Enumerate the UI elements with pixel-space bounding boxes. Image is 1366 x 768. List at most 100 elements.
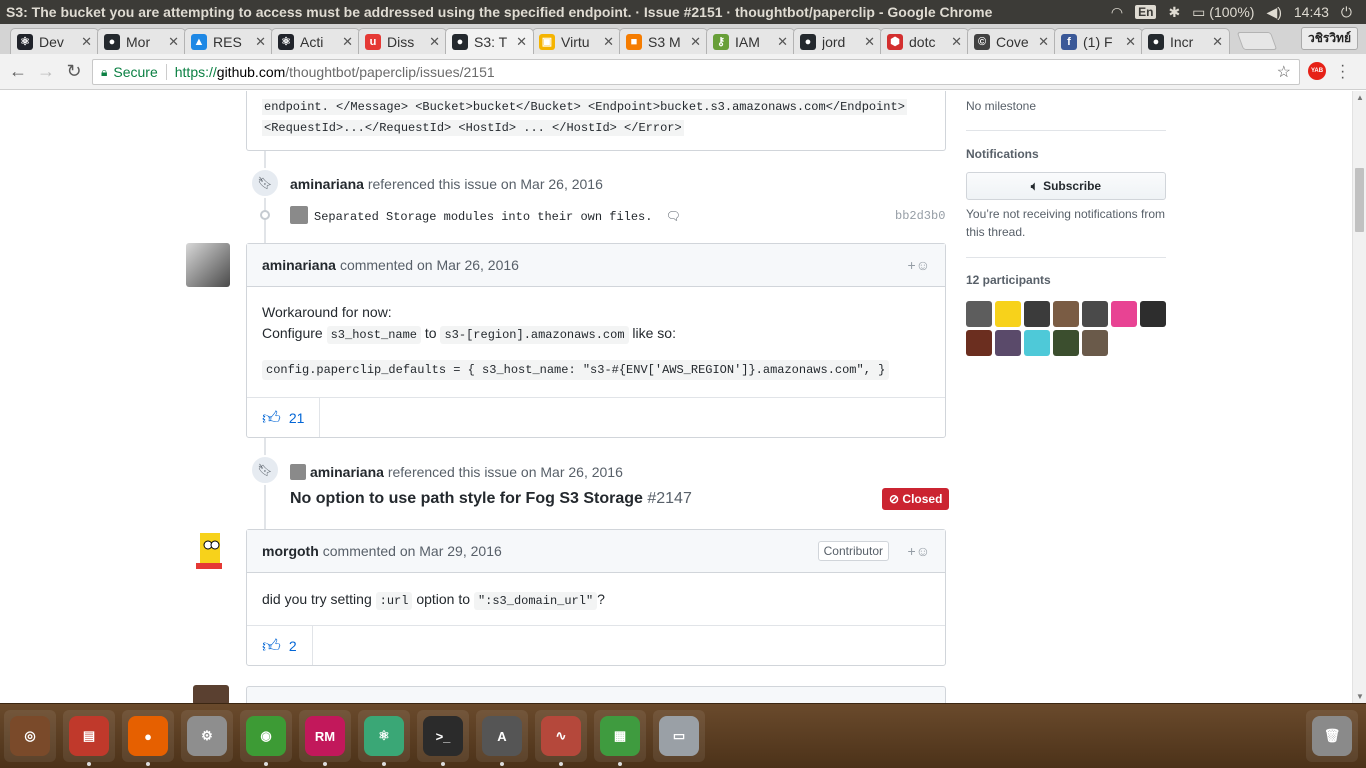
comment-date[interactable]: on Mar 26, 2016 [417,257,519,273]
tab-label: Mor [126,33,151,50]
dock-item-software-updater[interactable]: A [476,710,528,766]
participant-avatar[interactable] [1082,330,1108,356]
participant-avatar[interactable] [966,301,992,327]
youtube-extension-icon[interactable]: YAB [1308,62,1326,80]
subscribe-button[interactable]: 🔈︎ Subscribe [966,172,1166,200]
dock-item-ubuntu-dash[interactable]: ◎ [4,710,56,762]
dock-item-disk[interactable]: ▭ [653,710,705,762]
dock-item-chrome[interactable]: ◉ [240,710,292,766]
participant-avatar[interactable] [1082,301,1108,327]
browser-tab[interactable]: ⚛ Acti ✕ [271,28,360,54]
tab-close-icon[interactable]: ✕ [603,34,614,50]
page-scrollbar[interactable]: ▲ ▼ [1352,91,1366,703]
back-icon[interactable]: ← [4,61,32,82]
tab-close-icon[interactable]: ✕ [864,34,875,50]
tab-close-icon[interactable]: ✕ [429,34,440,50]
participant-avatar[interactable] [995,301,1021,327]
forward-icon[interactable]: → [32,61,60,82]
browser-tab[interactable]: ⚷ IAM ✕ [706,28,795,54]
add-reaction-icon[interactable]: +☺ [908,257,930,273]
tab-close-icon[interactable]: ✕ [1212,34,1223,50]
browser-tab[interactable]: © Cove ✕ [967,28,1056,54]
comment-author[interactable]: morgoth [262,543,319,559]
dock-item-settings[interactable]: ⚙ [181,710,233,762]
browser-tab[interactable]: ⬢ dotc ✕ [880,28,969,54]
tab-close-icon[interactable]: ✕ [168,34,179,50]
browser-tab[interactable]: ▲ RES ✕ [184,28,273,54]
lock-icon[interactable]: 🔒︎ [101,65,107,80]
chrome-menu-icon[interactable]: · · · [1340,58,1345,86]
participant-avatar[interactable] [1024,301,1050,327]
battery-indicator[interactable]: ▭ (100%) [1192,4,1254,21]
browser-tab[interactable]: ● jord ✕ [793,28,882,54]
dock-item-rubymine[interactable]: RM [299,710,351,766]
keyboard-layout-indicator[interactable]: En [1135,5,1157,19]
volume-icon[interactable]: ◀) [1266,4,1281,21]
tab-close-icon[interactable]: ✕ [777,34,788,50]
commit-sha[interactable]: bb2d3b0 [895,209,945,223]
tab-close-icon[interactable]: ✕ [81,34,92,50]
commit-message[interactable]: Separated Storage modules into their own… [314,209,681,224]
browser-tab[interactable]: ■ S3 M ✕ [619,28,708,54]
wifi-icon[interactable]: ◠ [1111,4,1123,21]
participant-avatar[interactable] [1140,301,1166,327]
dock-item-atom[interactable]: ⚛ [358,710,410,766]
event-author-avatar[interactable] [290,464,306,480]
referenced-issue-link[interactable]: No option to use path style for Fog S3 S… [290,490,692,508]
browser-tab[interactable]: u Diss ✕ [358,28,447,54]
tab-close-icon[interactable]: ✕ [1125,34,1136,50]
participant-avatar[interactable] [966,330,992,356]
scroll-down-icon[interactable]: ▼ [1356,692,1364,701]
event-author-link[interactable]: aminariana [290,176,364,192]
add-reaction-icon[interactable]: +☺ [908,543,930,559]
browser-tab[interactable]: ● Incr ✕ [1141,28,1230,54]
battery-text: (100%) [1209,3,1255,20]
browser-tab[interactable]: f (1) F ✕ [1054,28,1143,54]
event-date[interactable]: on Mar 26, 2016 [501,176,603,192]
tab-close-icon[interactable]: ✕ [255,34,266,50]
dock-item-terminal[interactable]: >_ [417,710,469,766]
event-date[interactable]: on Mar 26, 2016 [521,464,623,480]
secure-label[interactable]: Secure [113,64,157,80]
tab-close-icon[interactable]: ✕ [690,34,701,50]
dock-item-files[interactable]: ▤ [63,710,115,766]
profile-button[interactable]: วชิรวิทย์ [1300,27,1358,50]
participant-avatar[interactable] [995,330,1021,356]
tab-close-icon[interactable]: ✕ [1038,34,1049,50]
comment-icon[interactable]: 🗨︎ [666,210,681,224]
avatar[interactable] [186,243,230,287]
bookmark-star-icon[interactable]: ☆ [1277,62,1291,82]
clock[interactable]: 14:43 [1294,4,1329,20]
browser-tab[interactable]: ▣ Virtu ✕ [532,28,621,54]
dock-item-spreadsheet[interactable]: ▦ [594,710,646,766]
tab-close-icon[interactable]: ✕ [342,34,353,50]
scrollbar-thumb[interactable] [1355,168,1364,232]
comment-author[interactable]: aminariana [262,257,336,273]
participant-avatar[interactable] [1053,330,1079,356]
tab-close-icon[interactable]: ✕ [951,34,962,50]
tab-close-icon[interactable]: ✕ [516,34,527,50]
dock-item-system-monitor[interactable]: ∿ [535,710,587,766]
reload-icon[interactable]: ↻ [60,61,88,82]
power-icon[interactable]: ⏻ [1341,4,1352,21]
browser-tab[interactable]: ● Mor ✕ [97,28,186,54]
participant-avatar[interactable] [1053,301,1079,327]
thumbs-up-reaction[interactable]: 👍︎ 21 [247,398,321,437]
thumbs-up-reaction[interactable]: 👍︎ 2 [247,626,313,665]
comment-date[interactable]: on Mar 29, 2016 [400,543,502,559]
commit-author-avatar[interactable] [290,206,308,224]
spreadsheet-icon: ▦ [600,716,640,756]
bluetooth-icon[interactable]: ✱ [1168,4,1180,21]
participant-avatar[interactable] [1024,330,1050,356]
avatar[interactable] [186,529,230,573]
event-author-link[interactable]: aminariana [310,464,384,480]
browser-tab[interactable]: ⚛ Dev ✕ [10,28,99,54]
avatar[interactable] [193,685,229,703]
dock-item-trash[interactable]: 🗑 [1306,710,1358,762]
browser-tab[interactable]: ● S3: T ✕ [445,28,534,54]
new-tab-button[interactable] [1236,32,1278,50]
participant-avatar[interactable] [1111,301,1137,327]
scroll-up-icon[interactable]: ▲ [1356,93,1364,102]
dock-item-firefox[interactable]: ● [122,710,174,766]
address-bar[interactable]: 🔒︎ Secure https://github.com/thoughtbot/… [92,59,1300,85]
